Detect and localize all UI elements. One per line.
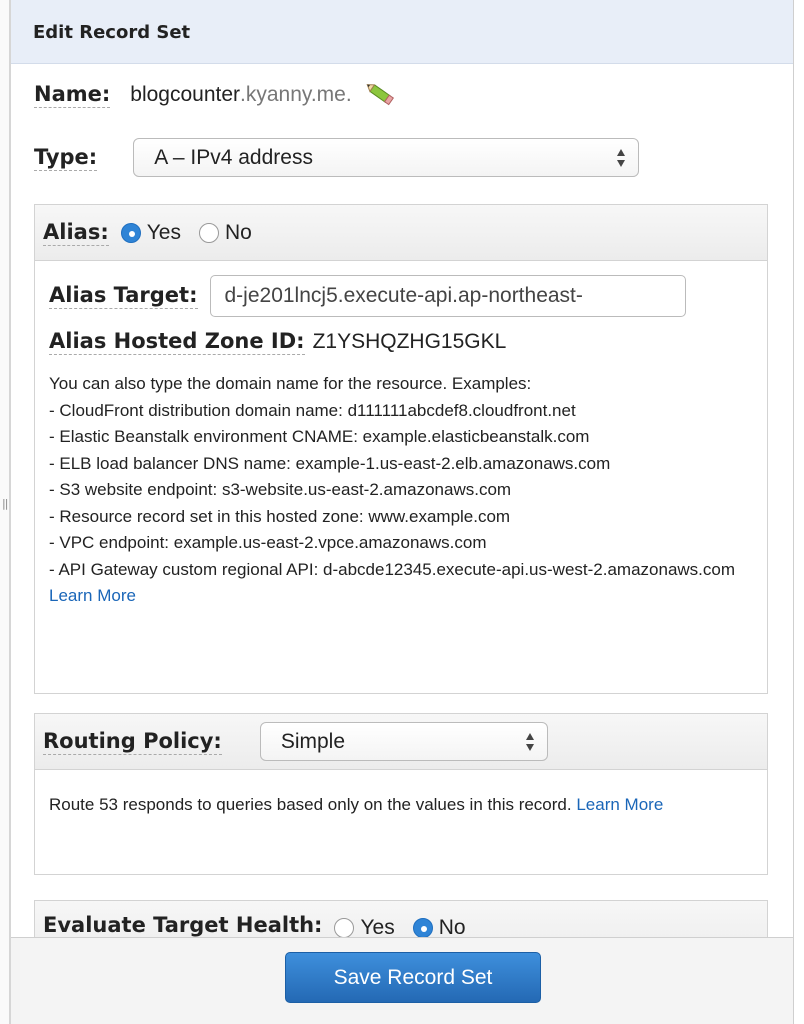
type-select[interactable]: A – IPv4 address [133,138,640,177]
alias-target-row: Alias Target: d-je201lncj5.execute-api.a… [49,275,767,317]
drag-handle-icon[interactable]: || [2,497,9,510]
name-domain-suffix: .kyanny.me. [240,83,352,106]
alias-zone-row: Alias Hosted Zone ID: Z1YSHQZHG15GKL [49,329,767,355]
type-row: Type: A – IPv4 address [34,138,640,177]
alias-target-label: Alias Target: [49,283,198,309]
help-example: - Elastic Beanstalk environment CNAME: e… [49,427,590,446]
routing-header: Routing Policy: Simple [35,714,767,770]
panel-header: Edit Record Set [11,0,793,64]
help-example: - API Gateway custom regional API: d-abc… [49,559,736,579]
alias-radio-group: Yes No [120,221,270,245]
save-record-set-button[interactable]: Save Record Set [285,952,541,1003]
name-row: Name: blogcounter .kyanny.me. [34,80,398,110]
alias-yes-label[interactable]: Yes [147,221,181,245]
routing-learn-more-link[interactable]: Learn More [576,795,663,814]
type-label: Type: [34,144,98,171]
routing-description: Route 53 responds to queries based only … [35,770,767,820]
panel-title: Edit Record Set [33,22,191,43]
select-arrows-icon [617,149,626,167]
select-arrows-icon [525,733,534,751]
alias-zone-label: Alias Hosted Zone ID: [49,329,305,355]
alias-no-label[interactable]: No [225,221,252,245]
help-example: - CloudFront distribution domain name: d… [49,400,576,420]
evaluate-health-label: Evaluate Target Health: [43,913,323,939]
alias-zone-value: Z1YSHQZHG15GKL [312,330,507,353]
alias-learn-more-link[interactable]: Learn More [49,586,136,605]
pencil-icon[interactable] [366,82,398,108]
name-label: Name: [34,82,111,108]
name-value: blogcounter [130,83,241,106]
routing-policy-label: Routing Policy: [43,728,222,755]
alias-body: Alias Target: d-je201lncj5.execute-api.a… [35,261,767,610]
type-selected-value: A – IPv4 address [154,145,313,169]
panel-footer: Save Record Set [11,937,793,1024]
alias-section: Alias: Yes No Alias Target: d-je201lncj5… [34,204,768,694]
help-intro: You can also type the domain name for th… [49,374,532,393]
routing-section: Routing Policy: Simple Route 53 responds… [34,713,768,875]
resize-rail[interactable]: || [0,0,10,1024]
routing-selected-value: Simple [280,729,346,753]
alias-yes-radio[interactable] [120,222,141,243]
alias-label: Alias: [43,219,109,246]
help-example: - VPC endpoint: example.us-east-2.vpce.a… [49,533,487,552]
routing-description-text: Route 53 responds to queries based only … [49,795,572,814]
alias-no-radio[interactable] [198,222,219,243]
help-example: - ELB load balancer DNS name: example-1.… [49,453,611,473]
alias-target-input[interactable]: d-je201lncj5.execute-api.ap-northeast- [209,275,686,317]
alias-header: Alias: Yes No [35,205,767,261]
evaluate-no-radio[interactable] [412,918,433,938]
routing-policy-select[interactable]: Simple [259,722,548,761]
evaluate-yes-radio[interactable] [334,918,355,938]
help-example: - S3 website endpoint: s3-website.us-eas… [49,480,512,499]
edit-record-set-panel: Edit Record Set Name: blogcounter .kyann… [10,0,794,1024]
alias-help-text: You can also type the domain name for th… [49,371,767,610]
help-example: - Resource record set in this hosted zon… [49,506,511,526]
